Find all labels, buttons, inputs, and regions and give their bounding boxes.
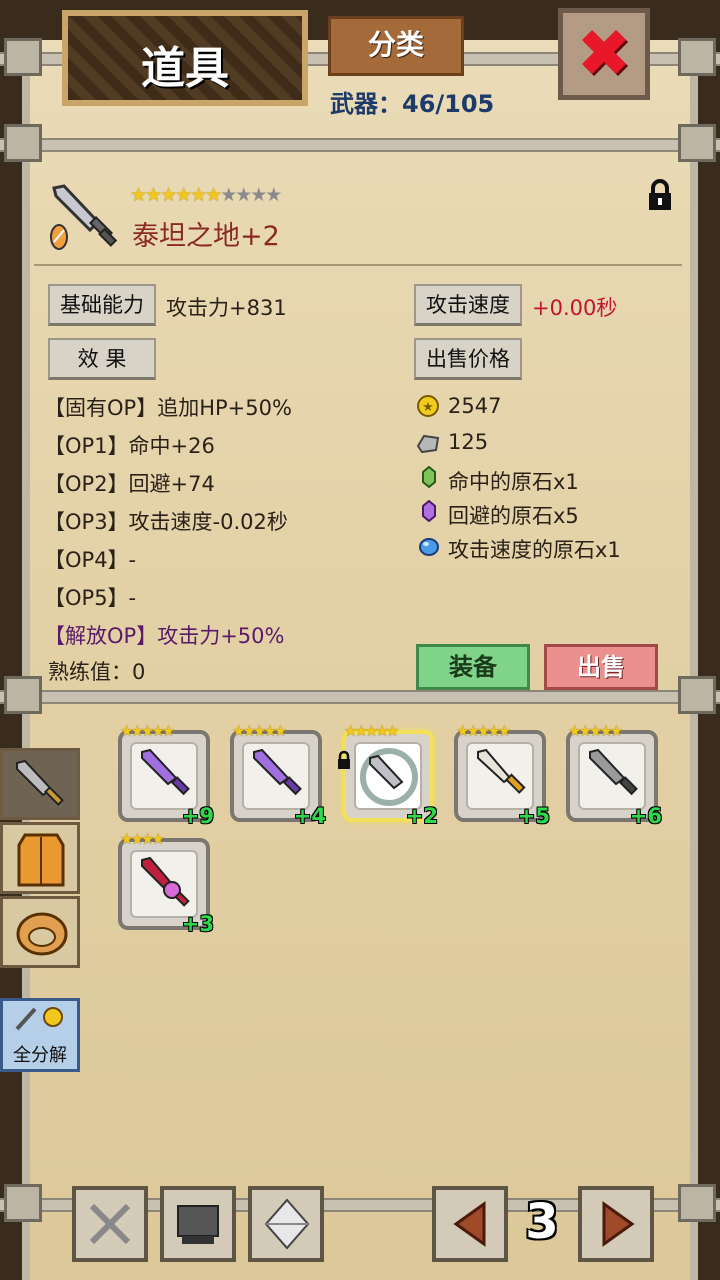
inventory-slot-selected[interactable]: ★★★★★ +2 (338, 722, 438, 828)
item-name: 泰坦之地+2 (132, 221, 280, 252)
material-evade-stone: 回避的原石x5 (448, 504, 579, 528)
slot-level: +6 (629, 804, 662, 828)
basic-ability-value: 攻击力+831 (166, 296, 287, 320)
slot-stars: ★★★★★ (344, 722, 399, 740)
slot-level: +5 (517, 804, 550, 828)
frame-corner (678, 1184, 716, 1222)
disassemble-icon (15, 1007, 63, 1031)
inventory-slot[interactable]: ★★★★★ +4 (230, 722, 326, 828)
purple-sword-icon (141, 748, 190, 796)
anvil-button[interactable] (160, 1186, 236, 1262)
slot-stars: ★★★★★ (120, 722, 175, 740)
svg-text:★: ★ (422, 400, 434, 415)
slot-stars: ★★★★★ (568, 722, 623, 740)
equip-button-label: 装备 (449, 653, 497, 681)
purple-crystal-icon (422, 500, 436, 522)
inventory-slot[interactable]: ★★★★★ +6 (566, 722, 662, 828)
price-gold: 2547 (448, 394, 502, 418)
frame-corner (678, 38, 716, 76)
tab-weapons[interactable] (0, 748, 80, 820)
sell-button-label: 出售 (577, 653, 625, 681)
proficiency: 熟练值：0 (48, 660, 146, 684)
slot-level: +4 (293, 804, 326, 828)
slot-stars: ★★★★ (120, 830, 165, 848)
blue-orb-icon (419, 538, 439, 556)
inventory-slot[interactable]: ★★★★★ +9 (118, 722, 214, 828)
slot-stars: ★★★★★ (232, 722, 287, 740)
green-crystal-icon (422, 466, 436, 488)
close-icon: ✖ (576, 15, 632, 92)
left-arrow-icon (453, 1201, 486, 1247)
option-1: 【OP1】命中+26 (44, 434, 215, 458)
attack-speed-value: +0.00秒 (532, 296, 618, 320)
slot-level: +3 (181, 912, 214, 936)
frame-corner (678, 124, 716, 162)
page-number: 3 (525, 1194, 559, 1250)
title-plaque: 道具 (62, 10, 308, 106)
prev-page-button[interactable] (432, 1186, 508, 1262)
header-rail (0, 138, 720, 152)
material-speed-stone: 攻击速度的原石x1 (448, 538, 621, 562)
price-stone: 125 (448, 430, 489, 454)
item-detail: ★★★★★★★★★★ 泰坦之地+2 基础能力 攻击力+831 攻击速度 +0.0… (34, 178, 686, 690)
crossed-swords-icon (89, 1203, 131, 1245)
inventory-slot[interactable]: ★★★★ +3 (118, 830, 214, 936)
gem-icon (50, 224, 68, 250)
frame-corner (4, 38, 42, 76)
close-button[interactable]: ✖ (558, 8, 650, 100)
slot-stars: ★★★★★ (456, 722, 511, 740)
divider (34, 264, 682, 266)
stone-icon (416, 434, 440, 454)
slot-lock-icon (338, 750, 350, 769)
option-unlock: 【解放OP】攻击力+50% (44, 624, 285, 648)
gold-coin-icon: ★ (417, 395, 439, 417)
selected-ring-icon (360, 748, 418, 806)
anvil-icon (177, 1205, 219, 1244)
category-button[interactable]: 分类 (328, 16, 464, 76)
option-3: 【OP3】攻击速度-0.02秒 (44, 510, 288, 534)
page-title: 道具 (141, 43, 229, 94)
slot-level: +9 (181, 804, 214, 828)
lock-icon[interactable] (646, 178, 674, 212)
crystal-icon (264, 1198, 310, 1250)
dagger-icon (477, 748, 526, 794)
serrated-sword-icon (589, 748, 638, 796)
mid-rail (0, 690, 720, 704)
crystal-button[interactable] (248, 1186, 324, 1262)
frame-corner (4, 124, 42, 162)
option-innate: 【固有OP】追加HP+50% (44, 396, 292, 420)
equip-button[interactable]: 装备 (416, 644, 530, 690)
option-2: 【OP2】回避+74 (44, 472, 215, 496)
effect-label: 效 果 (48, 338, 156, 380)
option-5: 【OP5】- (44, 586, 137, 610)
next-page-button[interactable] (578, 1186, 654, 1262)
frame-corner (4, 1184, 42, 1222)
disassemble-all-label: 全分解 (13, 1045, 67, 1066)
tab-accessory[interactable] (0, 896, 80, 968)
sell-price-label: 出售价格 (414, 338, 522, 380)
sword-tab-icon (16, 759, 64, 806)
attack-speed-label: 攻击速度 (414, 284, 522, 326)
right-arrow-icon (602, 1201, 635, 1247)
option-4: 【OP4】- (44, 548, 137, 572)
item-rarity-stars: ★★★★★★★★★★ (130, 184, 282, 206)
weapon-count: 武器：46/105 (330, 90, 495, 118)
red-sword-icon (141, 856, 190, 907)
sell-button[interactable]: 出售 (544, 644, 658, 690)
basic-ability-label: 基础能力 (48, 284, 156, 326)
category-button-label: 分类 (367, 28, 424, 61)
tab-armor[interactable] (0, 822, 80, 894)
material-hit-stone: 命中的原石x1 (448, 470, 579, 494)
purple-sword-icon (253, 748, 302, 796)
armor-tab-icon (17, 833, 65, 887)
inventory-slot[interactable]: ★★★★★ +5 (454, 722, 550, 828)
disassemble-all-button[interactable]: 全分解 (0, 998, 80, 1072)
ring-tab-icon (16, 912, 68, 956)
crossed-swords-button[interactable] (72, 1186, 148, 1262)
slot-level: +2 (405, 804, 438, 828)
